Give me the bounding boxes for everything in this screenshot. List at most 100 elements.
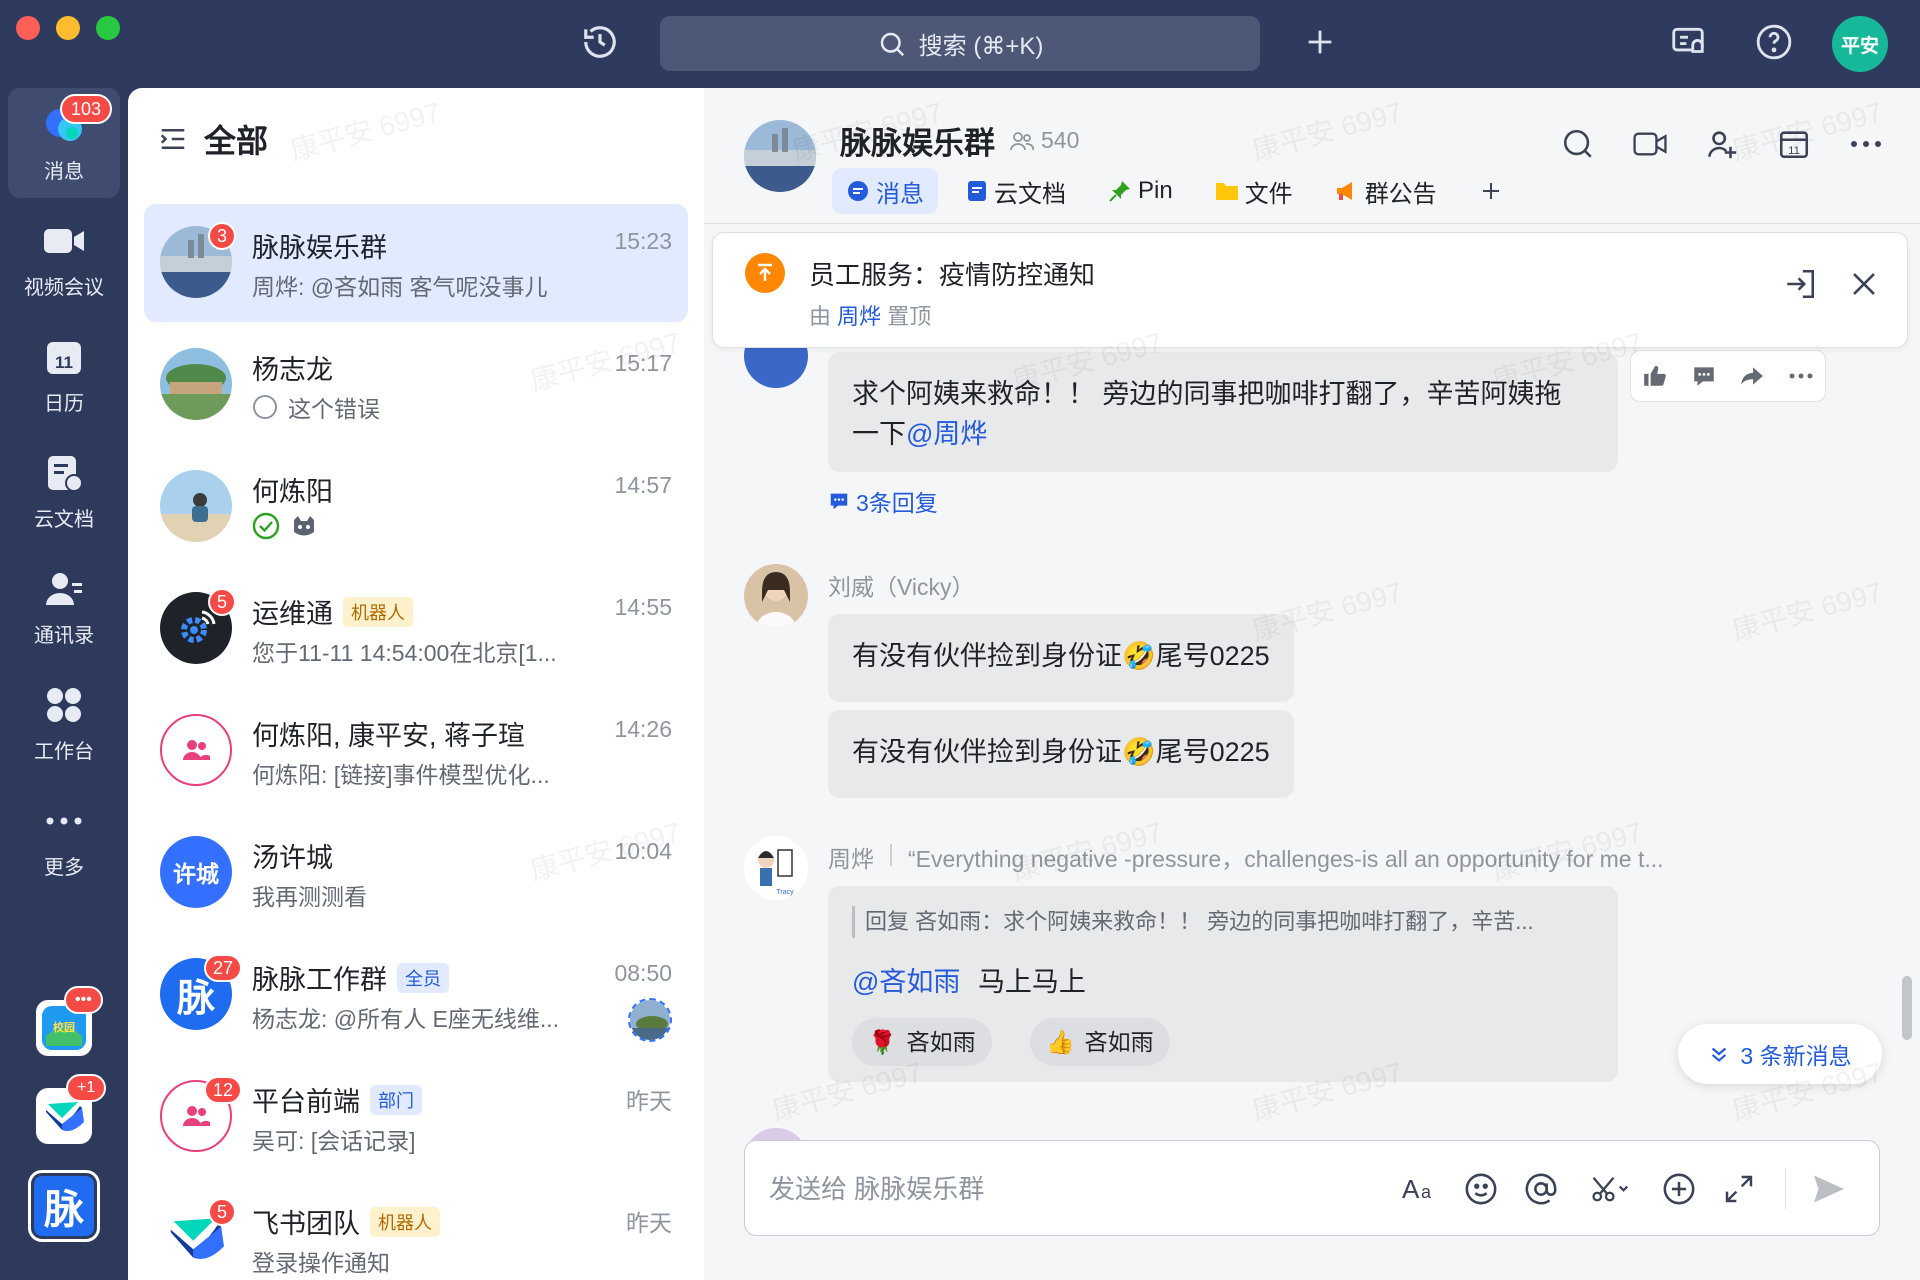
unread-badge: 27 [204,954,243,982]
chat-time: 10:04 [614,838,672,864]
help-icon[interactable] [1752,20,1796,64]
contacts-icon [42,567,86,611]
sender-name[interactable]: 周烨 [828,840,874,874]
quoted-reply[interactable]: 回复 吝如雨：求个阿姨来救命！！ 旁边的同事把咖啡打翻了，辛苦... [852,906,1534,938]
chat-item-feishu-team[interactable]: 5 飞书团队 机器人 昨天 登录操作通知 [144,1180,688,1280]
message-input[interactable] [769,1169,1369,1209]
laughing-emoji: 🤣 [1122,737,1156,767]
chat-item-maimai-work[interactable]: 脉 27 脉脉工作群 全员 08:50 杨志龙: @所有人 E座无线维... [144,936,688,1054]
chat-list-header[interactable]: 全部 [158,116,268,162]
message-avatar[interactable] [744,564,808,628]
chat-time: 昨天 [626,1210,672,1236]
zoom-window-button[interactable] [96,16,120,40]
add-member-icon[interactable] [1700,122,1744,166]
message-bubble[interactable]: 回复 吝如雨：求个阿姨来救命！！ 旁边的同事把咖啡打翻了，辛苦... @吝如雨 … [828,886,1618,1082]
pinned-by: 由 周烨 置顶 [809,304,932,329]
add-tab-button[interactable] [1465,168,1517,214]
sender-line: 周烨 | “Everything negative -pressure，chal… [828,840,1664,874]
close-pinned-icon[interactable] [1847,267,1881,306]
calendar-icon: 11 [42,335,86,379]
nav-video-meeting[interactable]: 视频会议 [8,204,120,314]
nav-more[interactable]: 更多 [8,784,120,894]
chat-item-he-lianyang[interactable]: 何炼阳 14:57 [144,448,688,566]
add-attachment-icon[interactable] [1657,1167,1701,1211]
nav-contacts[interactable]: 通讯录 [8,552,120,662]
nav-label: 云文档 [34,508,94,531]
nav-messages[interactable]: 消息 103 [8,88,120,198]
text-format-icon[interactable]: Aa [1399,1167,1443,1211]
message-bubble[interactable]: 有没有伙伴捡到身份证🤣尾号0225 [828,614,1294,702]
member-count[interactable]: 540 [1009,127,1079,154]
unread-badge: 5 [208,1198,237,1226]
chat-item-yunweitong[interactable]: 5 运维通 机器人 14:55 您于11-11 14:54:00在北京[1... [144,570,688,688]
department-tag: 部门 [370,1084,422,1115]
search-bar[interactable]: 搜索 (⌘+K) [660,16,1260,71]
minimize-window-button[interactable] [56,16,80,40]
app-maimai[interactable]: 脉 [28,1170,100,1242]
thread-icon [830,493,848,510]
tab-cloud-docs[interactable]: 云文档 [952,168,1080,214]
nav-label: 视频会议 [24,276,104,299]
chat-item-yang-zhilong[interactable]: 杨志龙 15:17 这个错误 [144,326,688,444]
video-call-icon[interactable] [1628,122,1672,166]
scrollbar[interactable] [1902,976,1912,1040]
user-avatar[interactable]: 平安 [1832,16,1888,72]
notification-center-icon[interactable] [1666,20,1710,64]
status-check-icon [252,512,280,540]
all-members-tag: 全员 [397,962,449,993]
new-messages-button[interactable]: 3 条新消息 [1678,1024,1882,1084]
tab-announcement[interactable]: 群公告 [1321,168,1451,214]
open-pinned-icon[interactable] [1783,267,1817,306]
sender-name[interactable]: 刘威（Vicky） [828,568,975,602]
screenshot-scissors-icon[interactable] [1583,1167,1639,1211]
search-chat-icon[interactable] [1556,122,1600,166]
tab-files[interactable]: 文件 [1201,168,1307,214]
conversation-title[interactable]: 脉脉娱乐群 540 [840,118,1079,163]
pinned-by-user[interactable]: 周烨 [837,304,881,329]
tab-messages[interactable]: 消息 [832,168,938,214]
history-icon[interactable] [578,20,622,64]
pinned-notice[interactable]: 员工服务：疫情防控通知 由 周烨 置顶 [712,232,1908,348]
nav-workplace[interactable]: 工作台 [8,668,120,778]
group-avatar [160,714,232,786]
left-navigation: 消息 103 视频会议 11 日历 云文档 通讯录 工作台 更多 校园 ••• … [0,88,128,1280]
more-actions-icon[interactable] [1788,372,1814,380]
app-campus[interactable]: 校园 ••• [36,986,103,1056]
nav-docs[interactable]: 云文档 [8,436,120,546]
thread-replies-link[interactable]: 3条回复 [828,484,938,518]
reply-icon[interactable] [1691,363,1717,389]
message-bubble[interactable]: 求个阿姨来救命！！ 旁边的同事把咖啡打翻了，辛苦阿姨拖 一下@周烨 [828,352,1618,472]
mention-link[interactable]: @吝如雨 [852,967,960,997]
send-icon[interactable] [1807,1167,1851,1211]
plus-icon [1482,183,1499,199]
members-icon [1010,131,1035,150]
pinned-title: 员工服务：疫情防控通知 [809,260,1096,290]
chat-item-maimai-entertainment[interactable]: 3 脉脉娱乐群 15:23 周烨: @吝如雨 客气呢没事儿 [144,204,688,322]
forward-icon[interactable] [1739,363,1765,389]
divider [1785,1169,1786,1209]
app-feishu[interactable]: +1 [36,1074,107,1144]
chat-name: 何炼阳, 康平安, 蒋子瑄 [252,721,526,751]
emoji-icon[interactable] [1459,1167,1503,1211]
reaction-chip[interactable]: 👍 吝如雨 [1030,1018,1170,1066]
calendar-icon[interactable]: 11 [1772,122,1816,166]
message-bubble[interactable]: 有没有伙伴捡到身份证🤣尾号0225 [828,710,1294,798]
plus-icon[interactable] [1298,20,1342,64]
expand-icon[interactable] [1717,1167,1761,1211]
tab-pin[interactable]: Pin [1094,168,1187,214]
chat-item-tang-xucheng[interactable]: 许城 汤许城 10:04 我再测测看 [144,814,688,932]
nav-calendar[interactable]: 11 日历 [8,320,120,430]
chat-preview: 您于11-11 14:54:00在北京[1... [252,640,557,666]
nav-label: 通讯录 [34,624,94,647]
reaction-chip[interactable]: 🌹 吝如雨 [852,1018,992,1066]
user-avatar [160,348,232,420]
message-avatar[interactable]: Tracy [744,836,808,900]
chat-time: 15:17 [614,350,672,376]
more-options-icon[interactable] [1844,122,1888,166]
chat-item-group-three[interactable]: 何炼阳, 康平安, 蒋子瑄 14:26 何炼阳: [链接]事件模型优化... [144,692,688,810]
chat-item-platform-frontend[interactable]: 12 平台前端 部门 昨天 吴可: [会话记录] [144,1058,688,1176]
group-avatar[interactable] [744,120,816,192]
mention-icon[interactable] [1519,1167,1563,1211]
close-window-button[interactable] [16,16,40,40]
thumbs-up-icon[interactable] [1642,363,1668,389]
